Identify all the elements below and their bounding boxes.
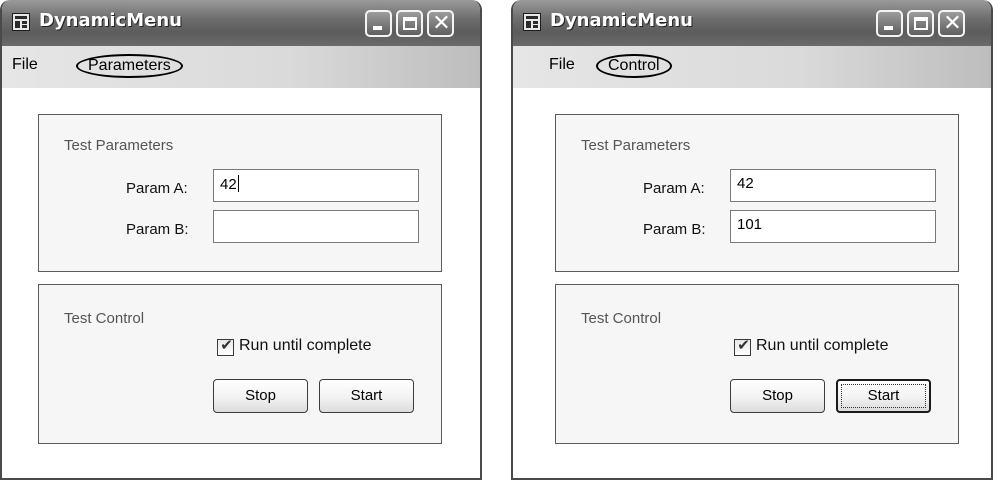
close-icon: ✕ (432, 11, 451, 36)
menu-file[interactable]: File (12, 56, 38, 74)
maximize-button[interactable] (907, 10, 934, 37)
param-a-input[interactable]: 42 (730, 169, 936, 202)
menu-bar: File Parameters (2, 46, 480, 88)
start-button[interactable]: Start (836, 379, 931, 413)
group-title: Test Control (64, 310, 145, 327)
group-title: Test Parameters (64, 137, 174, 154)
maximize-icon (914, 17, 928, 30)
run-until-complete-checkbox[interactable]: ✔ (734, 336, 751, 356)
menu-parameters[interactable]: Parameters (76, 54, 183, 78)
minimize-icon (373, 26, 382, 30)
checkmark-icon: ✔ (220, 336, 233, 354)
maximize-icon (403, 17, 417, 30)
menu-control[interactable]: Control (596, 54, 672, 78)
maximize-button[interactable] (396, 10, 423, 37)
start-button[interactable]: Start (319, 379, 414, 413)
param-b-value: 101 (737, 216, 763, 233)
minimize-button[interactable] (365, 10, 392, 37)
text-caret (237, 175, 239, 192)
title-bar[interactable]: DynamicMenu ✕ (513, 0, 991, 46)
param-b-input[interactable]: 101 (730, 210, 936, 243)
run-until-complete-label[interactable]: Run until complete (239, 337, 372, 355)
param-a-label: Param A: (126, 180, 188, 197)
menu-file[interactable]: File (549, 56, 575, 74)
group-title: Test Parameters (581, 137, 691, 154)
window-title: DynamicMenu (39, 10, 182, 31)
dynamic-menu-window-parameters: DynamicMenu ✕ File Parameters Test Param… (0, 0, 482, 480)
test-parameters-group: Test Parameters Param A: 42 Param B: (38, 114, 442, 272)
focus-ring (841, 384, 926, 408)
close-button[interactable]: ✕ (938, 10, 965, 37)
stop-button[interactable]: Stop (213, 379, 308, 413)
minimize-icon (884, 26, 893, 30)
title-bar[interactable]: DynamicMenu ✕ (2, 0, 480, 46)
param-a-value: 42 (737, 175, 754, 192)
param-a-label: Param A: (643, 180, 705, 197)
param-b-label: Param B: (643, 221, 706, 238)
param-a-value: 42 (220, 176, 237, 193)
param-a-input[interactable]: 42 (213, 169, 419, 202)
run-until-complete-checkbox[interactable]: ✔ (217, 336, 234, 356)
group-title: Test Control (581, 310, 662, 327)
param-b-input[interactable] (213, 210, 419, 243)
dynamic-menu-window-control: DynamicMenu ✕ File Control Test Paramete… (511, 0, 993, 480)
stop-button[interactable]: Stop (730, 379, 825, 413)
app-window-icon[interactable] (12, 13, 30, 31)
window-title: DynamicMenu (550, 10, 693, 31)
param-b-label: Param B: (126, 221, 189, 238)
minimize-button[interactable] (876, 10, 903, 37)
menu-bar: File Control (513, 46, 991, 88)
test-control-group: Test Control ✔ Run until complete Stop S… (38, 284, 442, 444)
close-icon: ✕ (943, 11, 962, 36)
test-parameters-group: Test Parameters Param A: 42 Param B: 101 (555, 114, 959, 272)
close-button[interactable]: ✕ (427, 10, 454, 37)
checkmark-icon: ✔ (737, 336, 750, 354)
test-control-group: Test Control ✔ Run until complete Stop S… (555, 284, 959, 444)
run-until-complete-label[interactable]: Run until complete (756, 337, 889, 355)
app-window-icon[interactable] (523, 13, 541, 31)
